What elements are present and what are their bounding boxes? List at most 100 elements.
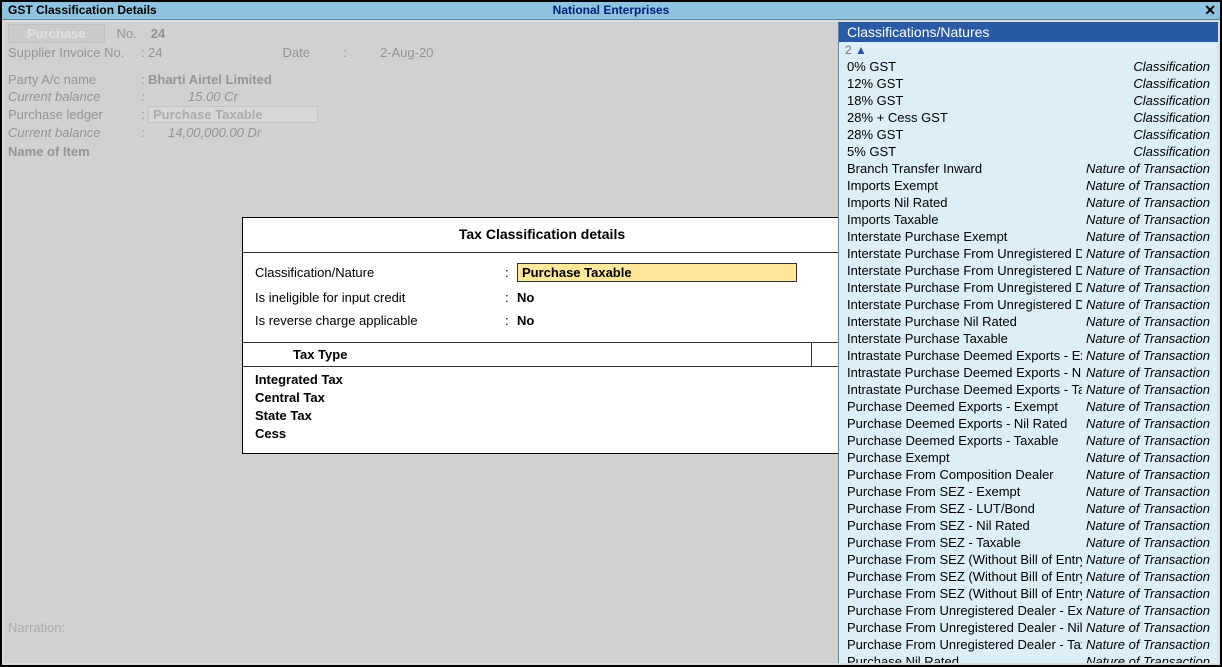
list-item-name: Purchase From SEZ (Without Bill of Entry… — [847, 585, 1082, 602]
tax-item: State Tax — [255, 407, 829, 425]
supplier-inv-label: Supplier Invoice No. — [8, 45, 138, 60]
list-item-type: Nature of Transaction — [1086, 636, 1210, 653]
list-item[interactable]: 18% GSTClassification — [839, 92, 1218, 109]
list-item[interactable]: Purchase ExemptNature of Transaction — [839, 449, 1218, 466]
list-item[interactable]: Purchase From SEZ - ExemptNature of Tran… — [839, 483, 1218, 500]
list-item[interactable]: Purchase From SEZ - LUT/BondNature of Tr… — [839, 500, 1218, 517]
list-item[interactable]: Imports TaxableNature of Transaction — [839, 211, 1218, 228]
list-item-type: Nature of Transaction — [1086, 449, 1210, 466]
tax-item: Central Tax — [255, 389, 829, 407]
list-item-type: Classification — [1133, 143, 1210, 160]
list-item-name: 18% GST — [847, 92, 1129, 109]
list-item-type: Nature of Transaction — [1086, 500, 1210, 517]
list-item-type: Nature of Transaction — [1086, 313, 1210, 330]
arrow-up-icon: ▲ — [855, 43, 867, 57]
list-item-name: Imports Nil Rated — [847, 194, 1082, 211]
list-item-type: Nature of Transaction — [1086, 534, 1210, 551]
list-item-name: Intrastate Purchase Deemed Exports - Exe… — [847, 347, 1082, 364]
reverse-value[interactable]: No — [517, 313, 534, 328]
list-item[interactable]: Purchase From SEZ (Without Bill of Entry… — [839, 551, 1218, 568]
list-item[interactable]: Purchase From SEZ - TaxableNature of Tra… — [839, 534, 1218, 551]
list-item[interactable]: Purchase From SEZ - Nil RatedNature of T… — [839, 517, 1218, 534]
list-item-type: Classification — [1133, 58, 1210, 75]
list-item-name: Purchase From Unregistered Dealer - Exem… — [847, 602, 1082, 619]
list-item[interactable]: Purchase Deemed Exports - TaxableNature … — [839, 432, 1218, 449]
list-item[interactable]: 28% GSTClassification — [839, 126, 1218, 143]
list-item-name: Purchase Nil Rated — [847, 653, 1082, 663]
list-item-type: Nature of Transaction — [1086, 466, 1210, 483]
list-item[interactable]: Purchase Nil Rated Nature of Transaction — [839, 653, 1218, 663]
list-item[interactable]: Interstate Purchase From Unregistered De… — [839, 262, 1218, 279]
classification-label: Classification/Nature — [255, 265, 505, 280]
list-item-name: Purchase From Unregistered Dealer - Nil … — [847, 619, 1082, 636]
list-item[interactable]: Intrastate Purchase Deemed Exports - Exe… — [839, 347, 1218, 364]
list-item-type: Nature of Transaction — [1086, 211, 1210, 228]
list-item-name: Purchase From SEZ (Without Bill of Entry… — [847, 568, 1082, 585]
list-item[interactable]: Interstate Purchase From Unregistered De… — [839, 296, 1218, 313]
list-item-name: Interstate Purchase From Unregistered De… — [847, 279, 1082, 296]
list-item-name: Branch Transfer Inward — [847, 160, 1082, 177]
list-item-name: Purchase From SEZ - Exempt — [847, 483, 1082, 500]
filter-row: 2 ▲ — [839, 42, 1218, 58]
list-item-name: Intrastate Purchase Deemed Exports - Tax… — [847, 381, 1082, 398]
list-item-name: 28% + Cess GST — [847, 109, 1129, 126]
list-item-type: Nature of Transaction — [1086, 347, 1210, 364]
list-item[interactable]: Interstate Purchase TaxableNature of Tra… — [839, 330, 1218, 347]
list-item[interactable]: Interstate Purchase From Unregistered De… — [839, 245, 1218, 262]
list-item-type: Nature of Transaction — [1086, 194, 1210, 211]
list-item-type: Classification — [1133, 92, 1210, 109]
close-icon[interactable]: ✕ — [1204, 2, 1216, 18]
list-item[interactable]: Purchase From Composition DealerNature o… — [839, 466, 1218, 483]
list-item-name: Imports Taxable — [847, 211, 1082, 228]
list-item-type: Nature of Transaction — [1086, 483, 1210, 500]
popup-title: Tax Classification details — [243, 218, 841, 253]
list-item[interactable]: Purchase From SEZ (Without Bill of Entry… — [839, 568, 1218, 585]
list-item-type: Nature of Transaction — [1086, 585, 1210, 602]
list-item[interactable]: Imports ExemptNature of Transaction — [839, 177, 1218, 194]
list-item-name: Purchase Exempt — [847, 449, 1082, 466]
list-item-name: Purchase From SEZ - Taxable — [847, 534, 1082, 551]
reverse-label: Is reverse charge applicable — [255, 313, 505, 328]
list-item-type: Nature of Transaction — [1086, 653, 1210, 663]
list-item[interactable]: Imports Nil RatedNature of Transaction — [839, 194, 1218, 211]
list-item-type: Nature of Transaction — [1086, 228, 1210, 245]
list-item[interactable]: Branch Transfer InwardNature of Transact… — [839, 160, 1218, 177]
ineligible-value[interactable]: No — [517, 290, 534, 305]
list-item-type: Nature of Transaction — [1086, 568, 1210, 585]
list-item-name: Purchase From SEZ - Nil Rated — [847, 517, 1082, 534]
ledger-value-box[interactable]: Purchase Taxable — [148, 106, 318, 123]
list-item-type: Classification — [1133, 109, 1210, 126]
list-item[interactable]: Interstate Purchase Nil RatedNature of T… — [839, 313, 1218, 330]
voucher-type-button[interactable]: Purchase — [8, 24, 105, 43]
list-item[interactable]: 12% GSTClassification — [839, 75, 1218, 92]
list-item[interactable]: Purchase Deemed Exports - ExemptNature o… — [839, 398, 1218, 415]
list-item[interactable]: 0% GSTClassification — [839, 58, 1218, 75]
list-item[interactable]: 5% GSTClassification — [839, 143, 1218, 160]
narration-label: Narration: — [8, 620, 65, 635]
date-label: Date — [282, 45, 309, 60]
list-item[interactable]: 28% + Cess GSTClassification — [839, 109, 1218, 126]
list-item-type: Nature of Transaction — [1086, 177, 1210, 194]
list-item-type: Nature of Transaction — [1086, 160, 1210, 177]
list-item-name: 12% GST — [847, 75, 1129, 92]
list-item-type: Nature of Transaction — [1086, 296, 1210, 313]
classifications-list[interactable]: 0% GSTClassification12% GSTClassificatio… — [839, 58, 1218, 663]
list-item-name: Purchase From Unregistered Dealer - Taxa… — [847, 636, 1082, 653]
list-item[interactable]: Intrastate Purchase Deemed Exports - Nil… — [839, 364, 1218, 381]
title-bar: GST Classification Details National Ente… — [2, 2, 1220, 20]
list-item[interactable]: Intrastate Purchase Deemed Exports - Tax… — [839, 381, 1218, 398]
list-item[interactable]: Interstate Purchase From Unregistered De… — [839, 279, 1218, 296]
list-item[interactable]: Purchase Deemed Exports - Nil RatedNatur… — [839, 415, 1218, 432]
no-label: No. — [117, 26, 137, 41]
ineligible-label: Is ineligible for input credit — [255, 290, 505, 305]
list-item[interactable]: Purchase From Unregistered Dealer - Exem… — [839, 602, 1218, 619]
list-item[interactable]: Purchase From SEZ (Without Bill of Entry… — [839, 585, 1218, 602]
list-item[interactable]: Purchase From Unregistered Dealer - Nil … — [839, 619, 1218, 636]
classification-input[interactable]: Purchase Taxable — [517, 263, 797, 282]
list-item-type: Nature of Transaction — [1086, 330, 1210, 347]
party-label: Party A/c name — [8, 72, 138, 87]
list-item-name: Interstate Purchase Taxable — [847, 330, 1082, 347]
list-item[interactable]: Interstate Purchase ExemptNature of Tran… — [839, 228, 1218, 245]
list-item[interactable]: Purchase From Unregistered Dealer - Taxa… — [839, 636, 1218, 653]
sidepanel-title: Classifications/Natures — [839, 22, 1218, 42]
